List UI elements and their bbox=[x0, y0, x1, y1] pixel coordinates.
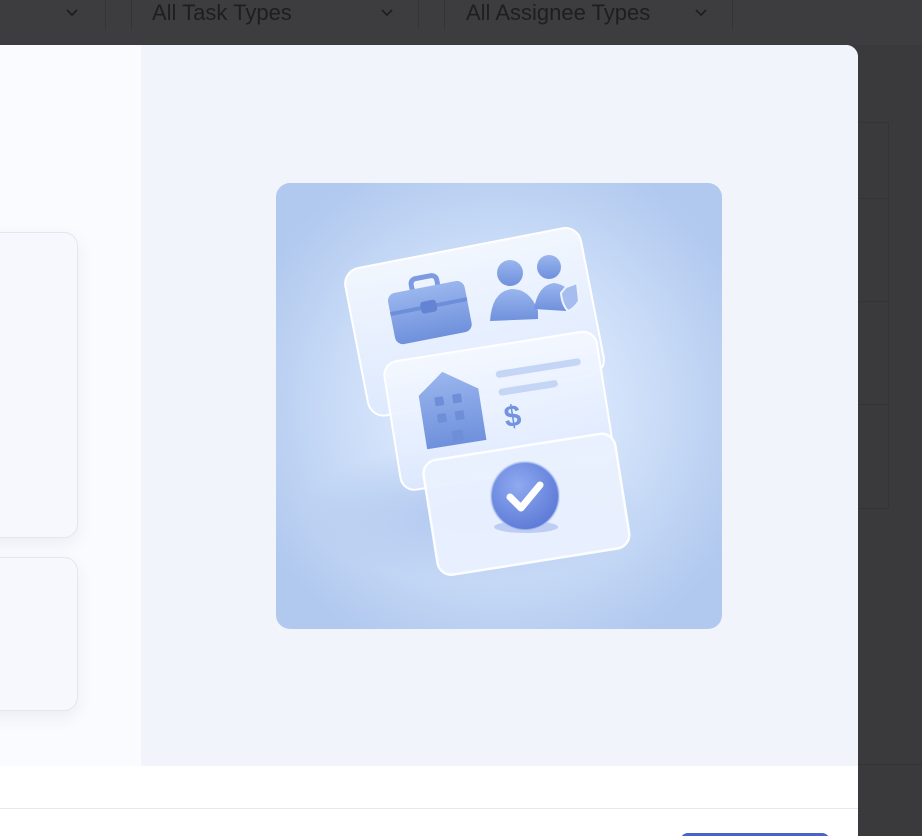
modal-footer-divider bbox=[0, 808, 858, 809]
task-type-filter[interactable]: All Task Types bbox=[152, 0, 394, 30]
assignee-type-filter[interactable]: All Assignee Types bbox=[466, 0, 716, 30]
divider bbox=[418, 0, 419, 30]
table-row-divider bbox=[858, 198, 888, 199]
filter-bar: All Task Types All Assignee Types bbox=[0, 0, 922, 45]
chevron-down-icon[interactable] bbox=[65, 6, 79, 20]
chevron-down-icon bbox=[694, 6, 708, 20]
option-card[interactable] bbox=[0, 232, 78, 538]
assignee-type-filter-label: All Assignee Types bbox=[466, 0, 651, 25]
table-row-divider bbox=[858, 301, 888, 302]
modal-dialog: $ bbox=[0, 45, 858, 836]
divider bbox=[444, 0, 445, 30]
background-table-edge bbox=[858, 122, 889, 509]
divider bbox=[858, 764, 922, 765]
divider bbox=[732, 0, 733, 30]
divider bbox=[131, 0, 132, 30]
divider bbox=[105, 0, 106, 30]
onboarding-illustration: $ bbox=[276, 183, 722, 629]
modal-illustration-pane: $ bbox=[141, 45, 858, 766]
chevron-down-icon bbox=[380, 6, 394, 20]
modal-left-pane bbox=[0, 45, 141, 766]
option-card[interactable] bbox=[0, 557, 78, 711]
table-row-divider bbox=[858, 404, 888, 405]
task-type-filter-label: All Task Types bbox=[152, 0, 292, 25]
